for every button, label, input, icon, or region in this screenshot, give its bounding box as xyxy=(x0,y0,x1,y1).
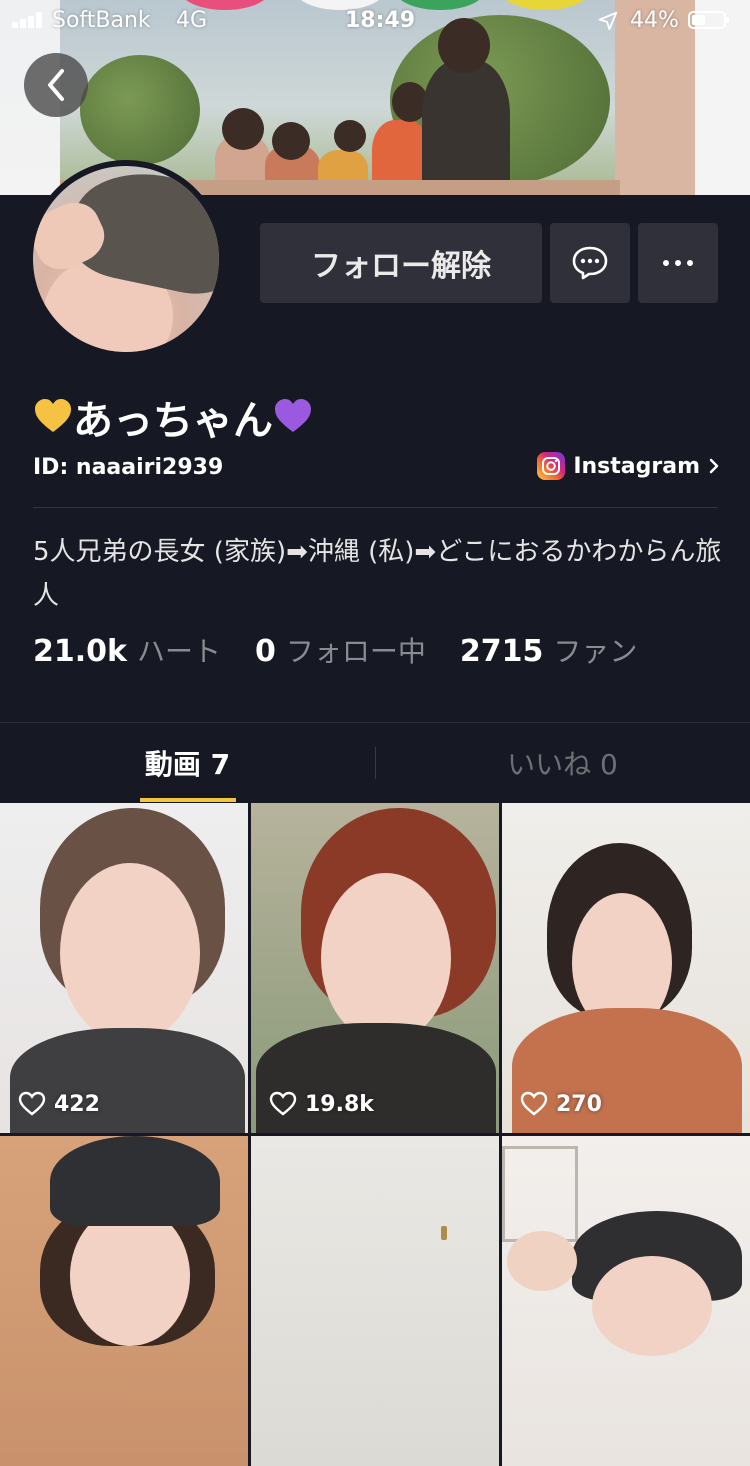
tab-likes[interactable]: いいね 0 xyxy=(375,723,750,803)
fans-count[interactable]: 2715 xyxy=(460,634,544,669)
signal-icon xyxy=(12,12,48,28)
chevron-right-icon xyxy=(709,458,719,474)
cover-adult xyxy=(422,60,510,195)
active-tab-indicator xyxy=(140,798,236,802)
display-name-row: あっちゃん xyxy=(33,388,313,446)
chevron-left-icon xyxy=(48,69,64,101)
clock-time: 18:49 xyxy=(345,8,416,33)
bio-text: 5人兄弟の長女 (家族)➡沖縄 (私)➡どこにおるかわからん旅人 xyxy=(33,537,722,611)
thumbnail-face xyxy=(592,1256,712,1356)
thumbnail-object xyxy=(441,1226,447,1240)
thumbnail-cap xyxy=(50,1136,220,1226)
instagram-icon xyxy=(537,452,566,480)
thumbnail-face xyxy=(70,1206,190,1346)
video-likes: 19.8k xyxy=(269,1091,374,1117)
battery-icon xyxy=(688,11,729,29)
heart-outline-icon xyxy=(269,1091,297,1116)
heart-outline-icon xyxy=(18,1091,46,1116)
status-bar: SoftBank 4G 18:49 44% xyxy=(0,0,750,40)
thumbnail-frame xyxy=(502,1146,578,1242)
stats-row: 21.0k ハート 0 フォロー中 2715 ファン xyxy=(33,630,671,670)
more-options-button[interactable] xyxy=(638,223,718,303)
video-likes-count: 19.8k xyxy=(305,1091,374,1117)
thumbnail-hand xyxy=(507,1231,577,1291)
cover-tree xyxy=(80,55,200,165)
fans-label[interactable]: ファン xyxy=(553,630,637,670)
instagram-label: Instagram xyxy=(573,453,700,479)
thumbnail-body xyxy=(10,1028,245,1133)
video-thumbnail[interactable]: 270 xyxy=(502,803,750,1133)
video-likes-count: 422 xyxy=(54,1091,100,1117)
purple-heart-icon xyxy=(275,399,311,432)
following-label[interactable]: フォロー中 xyxy=(286,630,426,670)
instagram-link[interactable]: Instagram xyxy=(537,452,720,480)
video-likes: 270 xyxy=(520,1091,602,1117)
thumbnail-face xyxy=(60,863,200,1043)
unfollow-button[interactable]: フォロー解除 xyxy=(260,223,542,303)
message-button[interactable] xyxy=(550,223,630,303)
video-grid: 422 19.8k 270 xyxy=(0,803,750,1466)
video-likes: 422 xyxy=(18,1091,100,1117)
location-arrow-icon xyxy=(598,11,618,31)
heart-outline-icon xyxy=(520,1091,548,1116)
video-thumbnail[interactable] xyxy=(0,1136,248,1466)
user-id: ID: naaairi2939 xyxy=(33,455,224,480)
network-type: 4G xyxy=(176,8,208,33)
hearts-count: 21.0k xyxy=(33,634,127,669)
more-dots-icon xyxy=(663,260,693,266)
video-likes-count: 270 xyxy=(556,1091,602,1117)
following-count[interactable]: 0 xyxy=(255,634,276,669)
hearts-label: ハート xyxy=(136,635,221,668)
back-button[interactable] xyxy=(24,53,88,117)
video-thumbnail[interactable] xyxy=(251,1136,499,1466)
battery-fill xyxy=(692,15,705,25)
cover-child-head xyxy=(222,108,264,150)
display-name: あっちゃん xyxy=(73,398,273,444)
message-bubble-icon xyxy=(572,246,608,280)
thumbnail-face xyxy=(321,873,451,1043)
avatar[interactable] xyxy=(33,166,219,352)
cover-child-head xyxy=(272,122,310,160)
content-tabs: 動画 7 いいね 0 xyxy=(0,723,750,803)
carrier-name: SoftBank xyxy=(52,8,151,33)
video-thumbnail[interactable]: 19.8k xyxy=(251,803,499,1133)
tab-videos[interactable]: 動画 7 xyxy=(0,723,375,803)
battery-percent: 44% xyxy=(630,8,679,33)
cover-child-head xyxy=(334,120,366,152)
video-thumbnail[interactable] xyxy=(502,1136,750,1466)
video-thumbnail[interactable]: 422 xyxy=(0,803,248,1133)
divider xyxy=(33,507,718,508)
yellow-heart-icon xyxy=(35,399,71,432)
